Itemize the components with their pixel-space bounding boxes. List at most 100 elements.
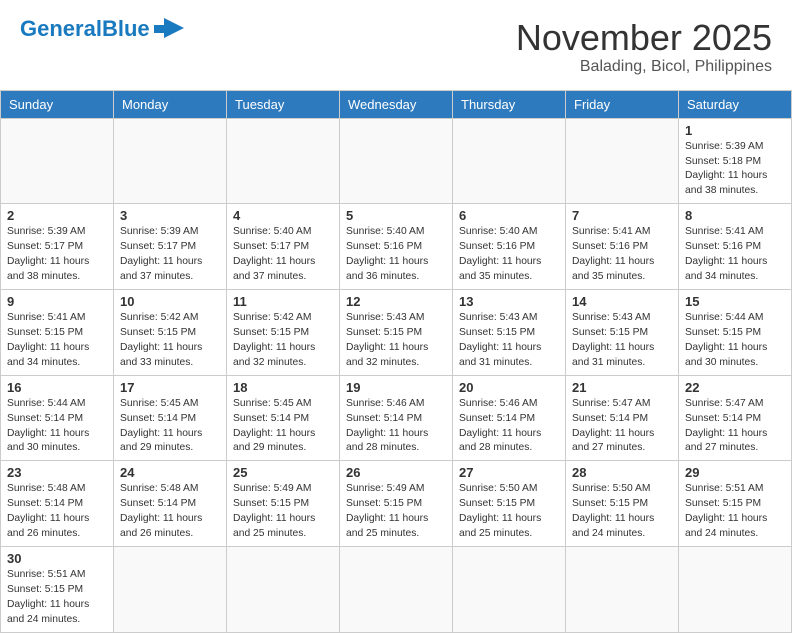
weekday-header-tuesday: Tuesday bbox=[227, 90, 340, 118]
week-row-1: 2 Sunrise: 5:39 AM Sunset: 5:17 PM Daylig… bbox=[1, 204, 792, 290]
calendar-cell: 27Sunrise: 5:50 AM Sunset: 5:15 PM Dayli… bbox=[453, 461, 566, 547]
calendar-page: GeneralBlue November 2025 Balading, Bico… bbox=[0, 0, 792, 633]
cell-info: Sunrise: 5:39 AM Sunset: 5:18 PM Dayligh… bbox=[685, 140, 785, 200]
weekday-header-monday: Monday bbox=[114, 90, 227, 118]
cell-info: Sunrise: 5:48 AM Sunset: 5:14 PM Dayligh… bbox=[7, 482, 107, 542]
calendar-cell: 10 Sunrise: 5:42 AM Sunset: 5:15 PM Dayli… bbox=[114, 289, 227, 375]
calendar-cell bbox=[340, 118, 453, 204]
calendar-cell bbox=[114, 547, 227, 633]
cell-info: Sunrise: 5:40 AM Sunset: 5:17 PM Dayligh… bbox=[233, 225, 333, 285]
calendar-table: SundayMondayTuesdayWednesdayThursdayFrid… bbox=[0, 90, 792, 633]
cell-info: Sunrise: 5:44 AM Sunset: 5:14 PM Dayligh… bbox=[7, 397, 107, 457]
calendar-cell: 20Sunrise: 5:46 AM Sunset: 5:14 PM Dayli… bbox=[453, 375, 566, 461]
cell-info: Sunrise: 5:50 AM Sunset: 5:15 PM Dayligh… bbox=[572, 482, 672, 542]
calendar-cell: 17 Sunrise: 5:45 AM Sunset: 5:14 PM Dayli… bbox=[114, 375, 227, 461]
calendar-cell: 2Sunrise: 5:39 AM Sunset: 5:17 PM Daylig… bbox=[1, 204, 114, 290]
week-row-5: 30 Sunrise: 5:51 AM Sunset: 5:15 PM Dayli… bbox=[1, 547, 792, 633]
calendar-cell: 7Sunrise: 5:41 AM Sunset: 5:16 PM Daylig… bbox=[566, 204, 679, 290]
day-number: 3 bbox=[120, 208, 220, 223]
logo: GeneralBlue bbox=[20, 18, 184, 40]
day-number: 26 bbox=[346, 465, 446, 480]
cell-info: Sunrise: 5:40 AM Sunset: 5:16 PM Dayligh… bbox=[346, 225, 446, 285]
week-row-3: 16 Sunrise: 5:44 AM Sunset: 5:14 PM Dayli… bbox=[1, 375, 792, 461]
day-number: 10 bbox=[120, 294, 220, 309]
day-number: 9 bbox=[7, 294, 107, 309]
cell-info: Sunrise: 5:45 AM Sunset: 5:14 PM Dayligh… bbox=[233, 397, 333, 457]
weekday-header-wednesday: Wednesday bbox=[340, 90, 453, 118]
cell-info: Sunrise: 5:41 AM Sunset: 5:16 PM Dayligh… bbox=[685, 225, 785, 285]
weekday-header-friday: Friday bbox=[566, 90, 679, 118]
day-number: 6 bbox=[459, 208, 559, 223]
day-number: 28 bbox=[572, 465, 672, 480]
day-number: 29 bbox=[685, 465, 785, 480]
weekday-header-row: SundayMondayTuesdayWednesdayThursdayFrid… bbox=[1, 90, 792, 118]
calendar-cell: 29Sunrise: 5:51 AM Sunset: 5:15 PM Dayli… bbox=[679, 461, 792, 547]
header: GeneralBlue November 2025 Balading, Bico… bbox=[0, 0, 792, 86]
cell-info: Sunrise: 5:43 AM Sunset: 5:15 PM Dayligh… bbox=[346, 311, 446, 371]
day-number: 25 bbox=[233, 465, 333, 480]
day-number: 17 bbox=[120, 380, 220, 395]
day-number: 24 bbox=[120, 465, 220, 480]
day-number: 18 bbox=[233, 380, 333, 395]
day-number: 16 bbox=[7, 380, 107, 395]
cell-info: Sunrise: 5:39 AM Sunset: 5:17 PM Dayligh… bbox=[120, 225, 220, 285]
logo-text: GeneralBlue bbox=[20, 18, 150, 40]
calendar-cell: 13Sunrise: 5:43 AM Sunset: 5:15 PM Dayli… bbox=[453, 289, 566, 375]
cell-info: Sunrise: 5:49 AM Sunset: 5:15 PM Dayligh… bbox=[233, 482, 333, 542]
calendar-cell: 4Sunrise: 5:40 AM Sunset: 5:17 PM Daylig… bbox=[227, 204, 340, 290]
day-number: 15 bbox=[685, 294, 785, 309]
day-number: 30 bbox=[7, 551, 107, 566]
day-number: 21 bbox=[572, 380, 672, 395]
calendar-cell: 15 Sunrise: 5:44 AM Sunset: 5:15 PM Dayli… bbox=[679, 289, 792, 375]
location: Balading, Bicol, Philippines bbox=[516, 58, 772, 76]
calendar-cell: 9 Sunrise: 5:41 AM Sunset: 5:15 PM Daylig… bbox=[1, 289, 114, 375]
cell-info: Sunrise: 5:46 AM Sunset: 5:14 PM Dayligh… bbox=[459, 397, 559, 457]
day-number: 19 bbox=[346, 380, 446, 395]
day-number: 12 bbox=[346, 294, 446, 309]
calendar-cell: 22Sunrise: 5:47 AM Sunset: 5:14 PM Dayli… bbox=[679, 375, 792, 461]
cell-info: Sunrise: 5:42 AM Sunset: 5:15 PM Dayligh… bbox=[120, 311, 220, 371]
day-number: 8 bbox=[685, 208, 785, 223]
day-number: 14 bbox=[572, 294, 672, 309]
day-number: 5 bbox=[346, 208, 446, 223]
calendar-cell: 11Sunrise: 5:42 AM Sunset: 5:15 PM Dayli… bbox=[227, 289, 340, 375]
cell-info: Sunrise: 5:44 AM Sunset: 5:15 PM Dayligh… bbox=[685, 311, 785, 371]
cell-info: Sunrise: 5:42 AM Sunset: 5:15 PM Dayligh… bbox=[233, 311, 333, 371]
calendar-cell bbox=[453, 118, 566, 204]
calendar-cell: 14 Sunrise: 5:43 AM Sunset: 5:15 PM Dayli… bbox=[566, 289, 679, 375]
day-number: 1 bbox=[685, 123, 785, 138]
calendar-cell bbox=[566, 118, 679, 204]
cell-info: Sunrise: 5:51 AM Sunset: 5:15 PM Dayligh… bbox=[7, 568, 107, 628]
logo-general: General bbox=[20, 16, 102, 41]
calendar-cell: 24 Sunrise: 5:48 AM Sunset: 5:14 PM Dayli… bbox=[114, 461, 227, 547]
cell-info: Sunrise: 5:45 AM Sunset: 5:14 PM Dayligh… bbox=[120, 397, 220, 457]
day-number: 7 bbox=[572, 208, 672, 223]
calendar-cell: 18 Sunrise: 5:45 AM Sunset: 5:14 PM Dayli… bbox=[227, 375, 340, 461]
cell-info: Sunrise: 5:49 AM Sunset: 5:15 PM Dayligh… bbox=[346, 482, 446, 542]
logo-blue: Blue bbox=[102, 16, 150, 41]
cell-info: Sunrise: 5:41 AM Sunset: 5:15 PM Dayligh… bbox=[7, 311, 107, 371]
day-number: 22 bbox=[685, 380, 785, 395]
day-number: 2 bbox=[7, 208, 107, 223]
week-row-2: 9 Sunrise: 5:41 AM Sunset: 5:15 PM Daylig… bbox=[1, 289, 792, 375]
calendar-cell bbox=[679, 547, 792, 633]
week-row-0: 1 Sunrise: 5:39 AM Sunset: 5:18 PM Daylig… bbox=[1, 118, 792, 204]
day-number: 27 bbox=[459, 465, 559, 480]
weekday-header-saturday: Saturday bbox=[679, 90, 792, 118]
calendar-cell bbox=[114, 118, 227, 204]
logo-icon bbox=[154, 18, 184, 40]
cell-info: Sunrise: 5:48 AM Sunset: 5:14 PM Dayligh… bbox=[120, 482, 220, 542]
calendar-cell: 12 Sunrise: 5:43 AM Sunset: 5:15 PM Dayli… bbox=[340, 289, 453, 375]
calendar-cell bbox=[1, 118, 114, 204]
month-title: November 2025 bbox=[516, 18, 772, 58]
calendar-cell: 30 Sunrise: 5:51 AM Sunset: 5:15 PM Dayli… bbox=[1, 547, 114, 633]
cell-info: Sunrise: 5:43 AM Sunset: 5:15 PM Dayligh… bbox=[572, 311, 672, 371]
calendar-cell bbox=[227, 118, 340, 204]
calendar-cell: 25 Sunrise: 5:49 AM Sunset: 5:15 PM Dayli… bbox=[227, 461, 340, 547]
cell-info: Sunrise: 5:46 AM Sunset: 5:14 PM Dayligh… bbox=[346, 397, 446, 457]
calendar-cell: 1 Sunrise: 5:39 AM Sunset: 5:18 PM Daylig… bbox=[679, 118, 792, 204]
weekday-header-thursday: Thursday bbox=[453, 90, 566, 118]
title-block: November 2025 Balading, Bicol, Philippin… bbox=[516, 18, 772, 76]
week-row-4: 23Sunrise: 5:48 AM Sunset: 5:14 PM Dayli… bbox=[1, 461, 792, 547]
calendar-cell: 19 Sunrise: 5:46 AM Sunset: 5:14 PM Dayli… bbox=[340, 375, 453, 461]
